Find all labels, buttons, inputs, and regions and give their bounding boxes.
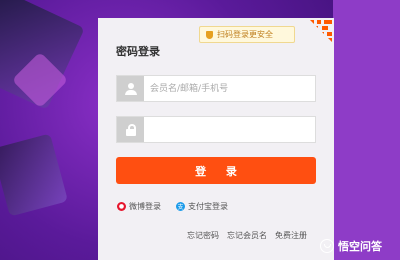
forgot-username-link[interactable]: 忘记会员名 bbox=[227, 230, 267, 241]
lock-icon bbox=[117, 117, 144, 142]
forgot-password-link[interactable]: 忘记密码 bbox=[187, 230, 219, 241]
background-decoration bbox=[0, 133, 69, 217]
alipay-login-link[interactable]: 支 支付宝登录 bbox=[176, 201, 228, 212]
qr-login-badge-label: 扫码登录更安全 bbox=[217, 30, 273, 39]
alipay-login-label: 支付宝登录 bbox=[188, 202, 228, 211]
shield-icon bbox=[206, 30, 213, 39]
user-icon bbox=[117, 76, 144, 101]
weibo-login-link[interactable]: ● 微博登录 bbox=[117, 201, 161, 212]
wukong-logo-icon bbox=[320, 239, 334, 253]
qr-login-badge[interactable]: 扫码登录更安全 bbox=[199, 26, 295, 43]
weibo-icon: ● bbox=[117, 202, 126, 211]
login-panel: 扫码登录更安全 密码登录 登 录 ● 微博登录 支 支付宝登录 忘记密码 忘记会… bbox=[98, 18, 334, 260]
username-field bbox=[116, 75, 316, 102]
background-strip bbox=[333, 0, 400, 260]
login-title: 密码登录 bbox=[116, 45, 160, 58]
watermark: 悟空问答 bbox=[320, 238, 382, 254]
watermark-label: 悟空问答 bbox=[338, 240, 382, 253]
weibo-login-label: 微博登录 bbox=[129, 202, 161, 211]
footer-links: 忘记密码 忘记会员名 免费注册 bbox=[187, 230, 307, 241]
register-link[interactable]: 免费注册 bbox=[275, 230, 307, 241]
login-button[interactable]: 登 录 bbox=[116, 157, 316, 184]
password-field bbox=[116, 116, 316, 143]
qr-code-icon[interactable] bbox=[310, 20, 332, 42]
alipay-icon: 支 bbox=[176, 202, 185, 211]
password-input[interactable] bbox=[144, 118, 315, 141]
username-input[interactable] bbox=[144, 77, 315, 100]
